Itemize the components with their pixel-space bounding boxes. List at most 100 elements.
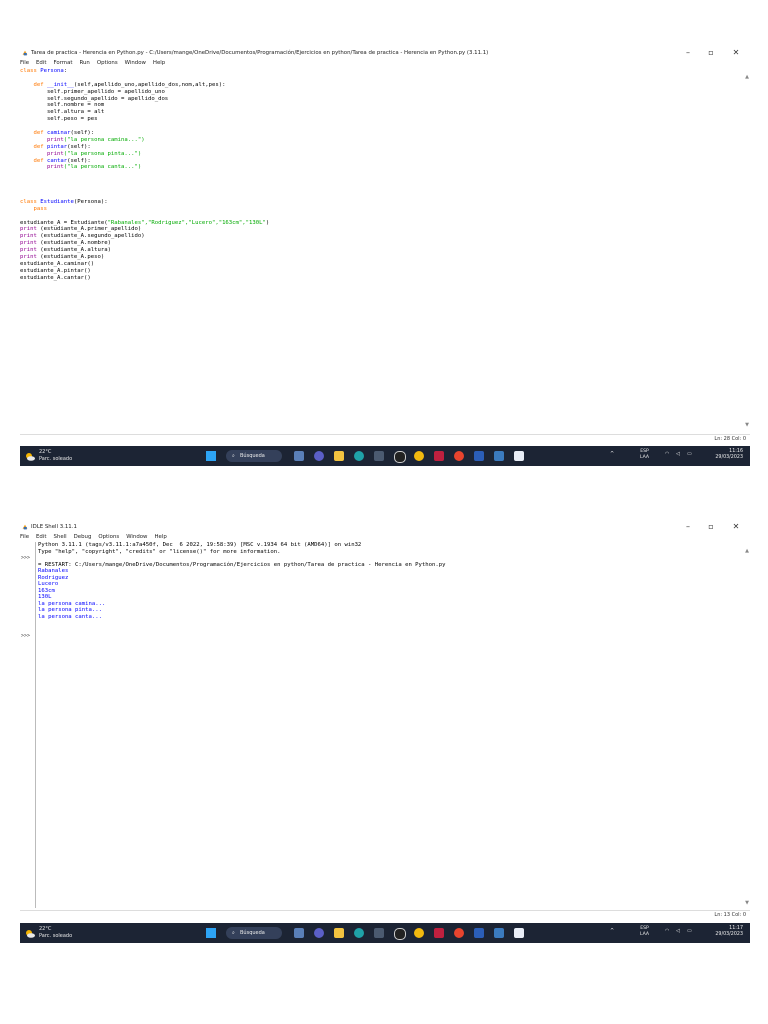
wifi-icon[interactable]: ◠ [665, 928, 669, 948]
volume-icon[interactable]: ◁ [676, 928, 680, 948]
idle-icon[interactable] [514, 928, 524, 938]
editor-status-bar: Ln: 28 Col: 0 [20, 434, 750, 444]
weather-widget[interactable]: 22°C Parc. soleado [39, 449, 72, 462]
maximize-button[interactable]: ▫ [704, 48, 718, 58]
scroll-down-icon[interactable]: ▼ [745, 422, 749, 428]
menu-shell[interactable]: Shell [53, 534, 66, 540]
clock-date: 29/03/2023 [715, 455, 743, 460]
shell-menu-bar: File Edit Shell Debug Options Window Help [20, 533, 174, 541]
close-button[interactable]: ✕ [729, 48, 743, 58]
edge-icon[interactable] [354, 451, 364, 461]
edge-icon[interactable] [354, 928, 364, 938]
taskbar-search[interactable]: ⌕ Búsqueda [226, 927, 282, 939]
menu-format[interactable]: Format [53, 60, 72, 66]
wifi-icon[interactable]: ◠ [665, 451, 669, 471]
language-indicator[interactable]: ESP LAA [640, 926, 649, 938]
code-line: estudiante_A.caminar() [20, 260, 95, 267]
menu-help[interactable]: Help [154, 534, 166, 540]
tray-chevron-icon[interactable]: ^ [610, 928, 614, 948]
calculator-icon[interactable] [374, 928, 384, 938]
mcafee-icon[interactable] [434, 451, 444, 461]
keyword: def [20, 157, 47, 164]
shell-output[interactable]: Python 3.11.1 (tags/v3.11.1:a7a450f, Dec… [38, 542, 446, 620]
clock-date: 29/03/2023 [715, 932, 743, 937]
menu-edit[interactable]: Edit [36, 60, 46, 66]
cursor-position: Ln: 28 Col: 0 [714, 436, 746, 442]
keyword: pass [20, 205, 47, 212]
builtin: print [20, 254, 37, 261]
code-line: estudiante_A = Estudiante("Rabanales","R… [20, 220, 750, 227]
idle-app-icon [22, 524, 28, 530]
mcafee-icon[interactable] [434, 928, 444, 938]
menu-edit[interactable]: Edit [36, 534, 46, 540]
close-button[interactable]: ✕ [729, 522, 743, 532]
shell-status-bar: Ln: 13 Col: 0 [20, 910, 750, 920]
code-text: (estudiante_A.altura) [36, 247, 111, 254]
python-icon[interactable] [494, 451, 504, 461]
start-button[interactable] [206, 451, 216, 461]
chrome-icon[interactable] [414, 451, 424, 461]
battery-icon[interactable]: ▭ [687, 928, 692, 948]
editor-menu-bar: File Edit Format Run Options Window Help [20, 59, 172, 67]
builtin: print [20, 226, 37, 233]
scroll-up-icon[interactable]: ▲ [745, 74, 749, 80]
editor-scrollbar[interactable]: ▲ ▼ [744, 68, 750, 430]
chrome-icon[interactable] [414, 928, 424, 938]
system-clock[interactable]: 11:16 29/03/2023 [703, 449, 743, 461]
code-text: (estudiante_A.peso) [36, 254, 105, 261]
keyboard-layout: LAA [640, 932, 650, 937]
file-explorer-icon[interactable] [294, 451, 304, 461]
battery-icon[interactable]: ▭ [687, 451, 692, 471]
scroll-down-icon[interactable]: ▼ [745, 900, 749, 906]
python-file-icon [22, 50, 28, 56]
builtin: print [20, 233, 37, 240]
menu-help[interactable]: Help [153, 60, 165, 66]
menu-window[interactable]: Window [125, 60, 146, 66]
obs-icon[interactable] [394, 928, 406, 940]
system-clock[interactable]: 11:17 29/03/2023 [703, 926, 743, 938]
python-icon[interactable] [494, 928, 504, 938]
code-text: (self): [67, 143, 91, 150]
obs-icon[interactable] [394, 451, 406, 463]
code-line: def caminar(self): [20, 130, 750, 137]
taskbar-search[interactable]: ⌕ Búsqueda [226, 450, 282, 462]
editor-title-bar[interactable]: Tarea de practica - Herencia en Python.p… [20, 48, 750, 58]
word-icon[interactable] [474, 451, 484, 461]
calculator-icon[interactable] [374, 451, 384, 461]
language-indicator[interactable]: ESP LAA [640, 449, 649, 461]
file-explorer-icon[interactable] [294, 928, 304, 938]
menu-run[interactable]: Run [79, 60, 89, 66]
weather-widget[interactable]: 22°C Parc. soleado [39, 926, 72, 939]
code-line: estudiante_A.cantar() [20, 274, 91, 281]
tray-chevron-icon[interactable]: ^ [610, 451, 614, 471]
code-editor[interactable]: class Persona: def __init__(self,apellid… [20, 68, 750, 282]
menu-window[interactable]: Window [126, 534, 147, 540]
menu-options[interactable]: Options [97, 60, 118, 66]
menu-file[interactable]: File [20, 60, 29, 66]
folder-icon[interactable] [334, 451, 344, 461]
volume-icon[interactable]: ◁ [676, 451, 680, 471]
minimize-button[interactable]: – [681, 522, 695, 532]
opera-icon[interactable] [454, 928, 464, 938]
opera-icon[interactable] [454, 451, 464, 461]
idle-icon[interactable] [514, 451, 524, 461]
folder-icon[interactable] [334, 928, 344, 938]
start-button[interactable] [206, 928, 216, 938]
output-line: la persona canta... [38, 613, 102, 620]
code-text: : [63, 68, 68, 74]
minimize-button[interactable]: – [681, 48, 695, 58]
keyword: class [20, 68, 41, 74]
scroll-up-icon[interactable]: ▲ [745, 548, 749, 554]
maximize-button[interactable]: ▫ [704, 522, 718, 532]
word-icon[interactable] [474, 928, 484, 938]
shell-title-bar[interactable]: IDLE Shell 3.11.1 – ▫ ✕ [20, 522, 750, 532]
menu-file[interactable]: File [20, 534, 29, 540]
teams-icon[interactable] [314, 928, 324, 938]
menu-options[interactable]: Options [98, 534, 119, 540]
code-text: (self,apellido_uno,apellido_dos,nom,alt,… [73, 81, 226, 88]
shell-scrollbar[interactable]: ▲ ▼ [744, 542, 750, 908]
teams-icon[interactable] [314, 451, 324, 461]
menu-debug[interactable]: Debug [74, 534, 92, 540]
